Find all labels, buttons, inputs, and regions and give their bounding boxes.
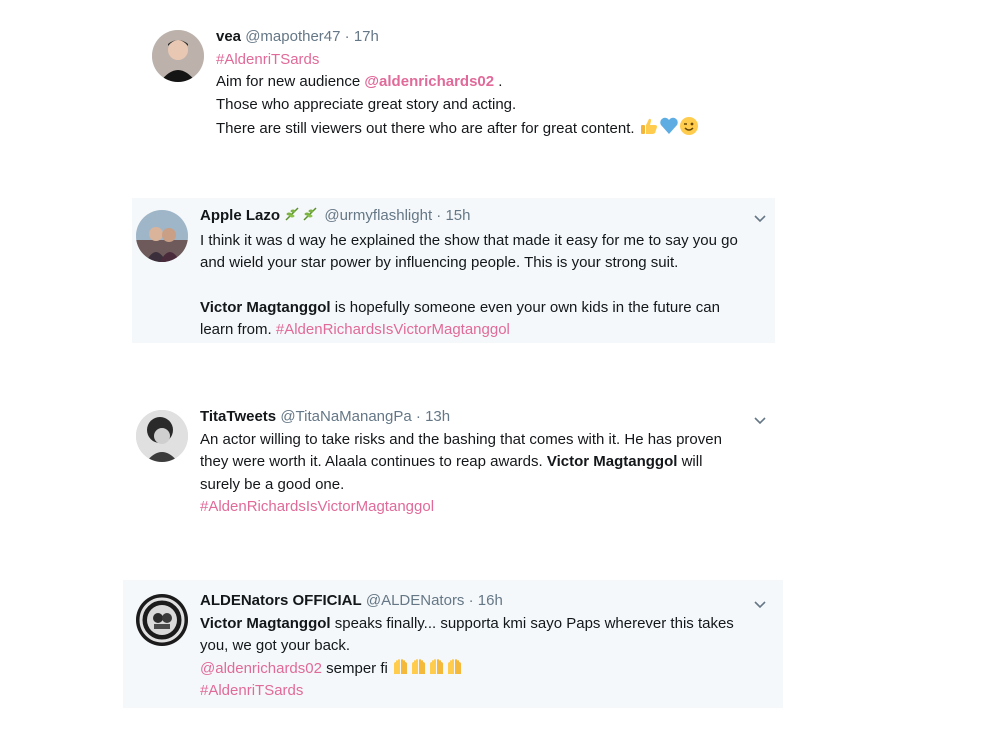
- avatar-aldenators[interactable]: [136, 594, 188, 646]
- mention-link[interactable]: @aldenrichards02: [364, 73, 494, 90]
- user-handle[interactable]: @mapother47: [245, 28, 340, 45]
- tweet-header: TitaTweets @TitaNaManangPa · 13h: [200, 406, 770, 429]
- separator-dot: ·: [468, 592, 474, 609]
- tweet-text-line: learn from. #AldenRichardsIsVictorMagtan…: [200, 319, 770, 342]
- chevron-down-icon[interactable]: [752, 596, 768, 612]
- raising-hands-icon: [428, 658, 446, 676]
- tweet-text-line: Aim for new audience @aldenrichards02 .: [216, 71, 776, 94]
- text-segment: There are still viewers out there who ar…: [216, 120, 635, 137]
- tweet-header: ALDENators OFFICIAL @ALDENators · 16h: [200, 590, 775, 613]
- display-name[interactable]: TitaTweets: [200, 408, 276, 425]
- blue-heart-icon: [659, 116, 679, 136]
- tweet-header: Apple Lazo @urmyflashlight · 15h: [200, 205, 770, 230]
- tweet-text-line: An actor willing to take risks and the b…: [200, 430, 722, 448]
- avatar-titatweets[interactable]: [136, 410, 188, 462]
- raising-hands-icon: [446, 658, 464, 676]
- tweet-titatweets[interactable]: TitaTweets @TitaNaManangPa · 13h An acto…: [132, 400, 775, 525]
- tweet-header: vea @mapother47 · 17h: [216, 26, 776, 49]
- tweet-text-line: surely be a good one.: [200, 475, 345, 493]
- tweet-text-line: Victor Magtanggol is hopefully someone e…: [200, 297, 770, 320]
- avatar-apple-lazo[interactable]: [136, 210, 188, 262]
- text-segment: speaks finally... supporta kmi sayo Paps…: [330, 614, 734, 632]
- tweet-vea[interactable]: vea @mapother47 · 17h #AldenriTSards Aim…: [140, 20, 780, 150]
- tweet-aldenators-official[interactable]: ALDENators OFFICIAL @ALDENators · 16h Vi…: [123, 580, 783, 708]
- winking-face-icon: [679, 116, 699, 136]
- tweet-text-line: @aldenrichards02 semper fi: [200, 658, 775, 681]
- herb-icon: [284, 206, 300, 230]
- display-name[interactable]: ALDENators OFFICIAL: [200, 592, 362, 609]
- text-segment: Aim for new audience: [216, 73, 365, 90]
- thumbs-up-icon: [639, 116, 659, 136]
- timestamp[interactable]: 17h: [354, 28, 379, 45]
- hashtag-link[interactable]: #AldenRichardsIsVictorMagtanggol: [200, 496, 770, 519]
- tweet-text-line: I think it was d way he explained the sh…: [200, 231, 738, 249]
- raising-hands-icon: [410, 658, 428, 676]
- text-segment: semper fi: [321, 659, 392, 677]
- tweet-apple-lazo[interactable]: Apple Lazo @urmyflashlight · 15h I think…: [132, 198, 775, 343]
- tweet-text-line: Those who appreciate great story and act…: [216, 95, 517, 113]
- bold-text: Victor Magtanggol: [546, 453, 678, 470]
- text-segment: learn from.: [200, 321, 276, 338]
- text-segment: they were worth it. Alaala continues to …: [200, 453, 547, 470]
- raising-hands-icon: [392, 658, 410, 676]
- mention-link[interactable]: @aldenrichards02: [200, 660, 322, 677]
- chevron-down-icon[interactable]: [752, 412, 768, 428]
- separator-dot: ·: [436, 207, 442, 224]
- text-segment: .: [494, 73, 503, 90]
- separator-dot: ·: [344, 28, 350, 45]
- herb-icon: [302, 206, 318, 230]
- tweet-body: Apple Lazo @urmyflashlight · 15h I think…: [200, 205, 770, 342]
- display-name[interactable]: vea: [216, 28, 241, 45]
- timestamp[interactable]: 13h: [425, 408, 450, 425]
- timestamp[interactable]: 16h: [478, 592, 503, 609]
- avatar-vea[interactable]: [152, 30, 204, 82]
- tweet-body: TitaTweets @TitaNaManangPa · 13h An acto…: [200, 406, 770, 519]
- tweet-body: ALDENators OFFICIAL @ALDENators · 16h Vi…: [200, 590, 775, 703]
- user-handle[interactable]: @urmyflashlight: [324, 207, 432, 224]
- tweet-text-line: you, we got your back.: [200, 637, 351, 654]
- bold-text: Victor Magtanggol: [200, 614, 331, 632]
- tweet-text-line: they were worth it. Alaala continues to …: [200, 451, 770, 474]
- hashtag-link[interactable]: #AldenriTSards: [200, 680, 775, 703]
- separator-dot: ·: [415, 408, 421, 425]
- user-handle[interactable]: @TitaNaManangPa: [280, 408, 411, 425]
- text-segment: will: [677, 453, 703, 470]
- tweet-text-line: There are still viewers out there who ar…: [216, 116, 776, 141]
- hashtag-link[interactable]: #AldenRichardsIsVictorMagtanggol: [276, 321, 510, 338]
- bold-text: Victor Magtanggol: [200, 298, 331, 316]
- tweet-text-line: Victor Magtanggol speaks finally... supp…: [200, 613, 775, 636]
- chevron-down-icon[interactable]: [752, 210, 768, 226]
- timestamp[interactable]: 15h: [445, 207, 470, 224]
- tweet-body: vea @mapother47 · 17h #AldenriTSards Aim…: [216, 26, 776, 141]
- tweet-text-line: and wield your star power by influencing…: [200, 254, 679, 271]
- user-handle[interactable]: @ALDENators: [366, 592, 465, 609]
- display-name[interactable]: Apple Lazo: [200, 207, 280, 224]
- text-segment: is hopefully someone even your own kids …: [330, 298, 720, 316]
- hashtag-link[interactable]: #AldenriTSards: [216, 49, 776, 72]
